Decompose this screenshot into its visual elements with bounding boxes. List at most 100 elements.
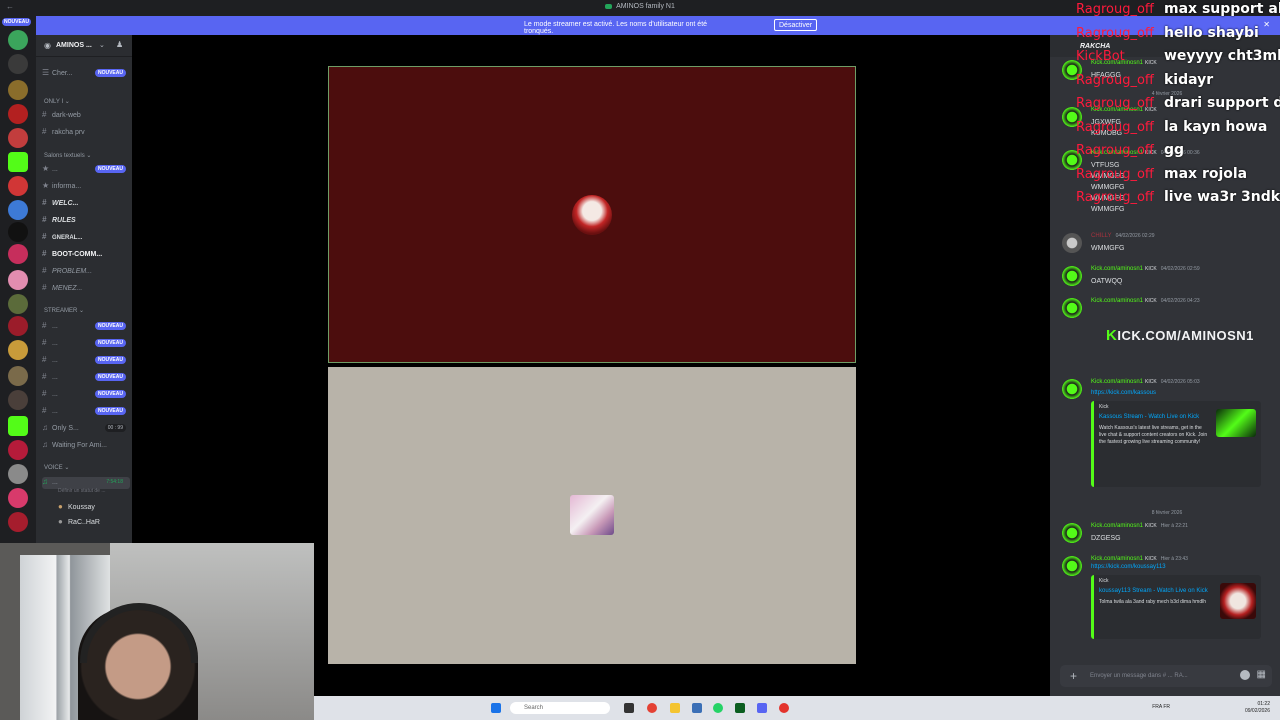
category-header[interactable]: ONLY I ⌄ [44, 98, 70, 105]
channel-item[interactable]: # dark-web [42, 110, 130, 122]
voice-user[interactable]: ● RaC..HaR [58, 517, 132, 529]
link-embed: Kick koussay113 Stream - Watch Live on K… [1091, 575, 1261, 639]
chrome-icon[interactable] [647, 703, 657, 713]
username[interactable]: Kick.com/aminosn1 KICK Hier à 23:43 [1091, 556, 1188, 562]
server-icon[interactable] [8, 54, 28, 74]
channel-item[interactable]: # rakcha prv [42, 127, 130, 139]
embed-title-link[interactable]: Kassous Stream - Watch Live on Kick [1099, 413, 1209, 421]
hashtag-icon: # [42, 406, 47, 415]
apps-icon[interactable]: ▦ [1257, 669, 1266, 680]
channel-item[interactable]: # MENEZ... [42, 283, 130, 295]
app-icon[interactable] [735, 703, 745, 713]
language-indicator[interactable]: FRA FR [1152, 704, 1170, 710]
voice-user[interactable]: ● Koussay [58, 502, 132, 514]
task-view-icon[interactable] [624, 703, 634, 713]
chat-header: RAKCHA [1050, 35, 1280, 57]
kick-server-icon[interactable] [8, 416, 28, 436]
server-icon[interactable] [8, 128, 28, 148]
message-link[interactable]: https://kick.com/kassous [1091, 390, 1156, 396]
system-tray[interactable]: 01:22 09/02/2026 [1245, 701, 1270, 715]
new-badge: NOUVEAU [94, 390, 126, 398]
channel-item[interactable]: #... NOUVEAU [42, 372, 130, 384]
close-banner-icon[interactable]: ✕ [1263, 20, 1270, 29]
explorer-icon[interactable] [670, 703, 680, 713]
whatsapp-icon[interactable] [713, 703, 723, 713]
video-tile-speaking[interactable] [328, 66, 856, 363]
discord-icon[interactable] [757, 703, 767, 713]
server-icon[interactable] [8, 104, 28, 124]
username[interactable]: Kick.com/aminosn1 KICK 04/02/2026 02:59 [1091, 266, 1200, 272]
username[interactable]: Kick.com/aminosn1 KICK 04/02/2026 04:23 [1091, 298, 1200, 304]
channel-item[interactable]: #... NOUVEAU [42, 321, 130, 333]
message-text: HFAGGG [1091, 72, 1121, 79]
username[interactable]: Kick.com/aminosn1 KICK 04/02/2026 05:03 [1091, 379, 1200, 385]
server-icon[interactable] [8, 270, 28, 290]
channel-item[interactable]: # PROBLEM... [42, 266, 130, 278]
username[interactable]: CHILLY 04/02/2026 02:29 [1091, 233, 1155, 239]
server-icon[interactable] [8, 512, 28, 532]
server-icon[interactable] [8, 30, 28, 50]
channel-item[interactable]: ★... NOUVEAU [42, 164, 130, 176]
channel-item[interactable]: #... NOUVEAU [42, 406, 130, 418]
video-tile[interactable] [328, 367, 856, 664]
server-icon[interactable] [8, 294, 28, 314]
embed-thumbnail [1216, 409, 1256, 437]
avatar [1062, 556, 1082, 576]
server-icon[interactable] [8, 340, 28, 360]
category-header[interactable]: Salons textuels ⌄ [44, 152, 91, 159]
server-icon[interactable] [8, 244, 28, 264]
server-icon[interactable] [8, 222, 28, 242]
channel-item[interactable]: #... NOUVEAU [42, 389, 130, 401]
category-header[interactable]: STREAMER ⌄ [44, 307, 84, 314]
server-icon[interactable] [8, 440, 28, 460]
message-text: KUMOBG [1091, 130, 1123, 137]
username[interactable]: Kick.com/aminosn1 KICK Hier à 22:21 [1091, 523, 1188, 529]
embed-title-link[interactable]: koussay113 Stream - Watch Live on Kick [1099, 587, 1209, 595]
chevron-down-icon: ⌄ [99, 42, 105, 49]
channel-item[interactable]: # BOOT-COMM... [42, 249, 130, 261]
add-attachment-icon[interactable]: + [1070, 669, 1077, 683]
server-icon[interactable] [8, 390, 28, 410]
megaphone-icon: ★ [42, 181, 50, 190]
username[interactable]: Kick.com/aminosn1 KICK 04/02/2026 00:36 [1091, 150, 1200, 156]
server-icon[interactable] [8, 200, 28, 220]
message-input[interactable]: + Envoyer un message dans # ... RA... ▦ [1060, 665, 1272, 687]
add-member-icon[interactable]: ♟ [116, 40, 123, 49]
username[interactable]: Kick.com/aminosn1 KICK [1091, 107, 1157, 113]
server-icon[interactable] [8, 80, 28, 100]
hashtag-icon: # [42, 127, 47, 136]
opera-icon[interactable] [779, 703, 789, 713]
server-icon[interactable] [8, 464, 28, 484]
start-icon[interactable] [491, 703, 501, 713]
server-icon[interactable] [8, 176, 28, 196]
channel-item[interactable]: # GNERAL... [42, 232, 130, 244]
text-chat-panel: RAKCHA Kick.com/aminosn1 KICK HFAGGG 4 fé… [1050, 35, 1280, 696]
channel-item[interactable]: # WELC... [42, 198, 130, 210]
channel-item[interactable]: ★ informa... [42, 181, 130, 193]
new-badge: NOUVEAU [94, 322, 126, 330]
avatar: ● [58, 502, 63, 511]
server-header[interactable]: ◉ AMINOS ... ⌄ ♟ [36, 35, 132, 57]
message-link[interactable]: https://kick.com/koussay113 [1091, 564, 1166, 570]
disable-streamer-mode-button[interactable]: Désactiver [774, 19, 818, 31]
server-icon[interactable] [8, 316, 28, 336]
voice-channel-item[interactable]: ♫ Waiting For Ami... [42, 440, 130, 452]
kick-server-icon[interactable] [8, 152, 28, 172]
channel-item[interactable]: # RULES [42, 215, 130, 227]
app-icon[interactable] [692, 703, 702, 713]
taskbar-search[interactable]: Search [510, 702, 610, 714]
emoji-icon[interactable] [1240, 670, 1250, 680]
channel-item[interactable]: #... NOUVEAU [42, 338, 130, 350]
channel-item[interactable]: ☰ Cher... NOUVEAU [42, 68, 130, 80]
category-header[interactable]: VOICE ⌄ [44, 464, 69, 471]
server-icon[interactable] [8, 488, 28, 508]
date-separator: 4 février 2026 [1151, 91, 1183, 97]
server-icon[interactable] [8, 366, 28, 386]
new-badge: NOUVEAU [94, 69, 126, 77]
username[interactable]: Kick.com/aminosn1 KICK [1091, 60, 1157, 66]
embed-description: Watch Kassous's latest live streams, get… [1099, 425, 1208, 445]
channel-item[interactable]: #... NOUVEAU [42, 355, 130, 367]
user-limit-pill: 00 : 99 [104, 424, 126, 432]
voice-channel-item[interactable]: ♫ Only S... 00 : 99 [42, 423, 130, 435]
hashtag-icon: # [42, 110, 47, 119]
